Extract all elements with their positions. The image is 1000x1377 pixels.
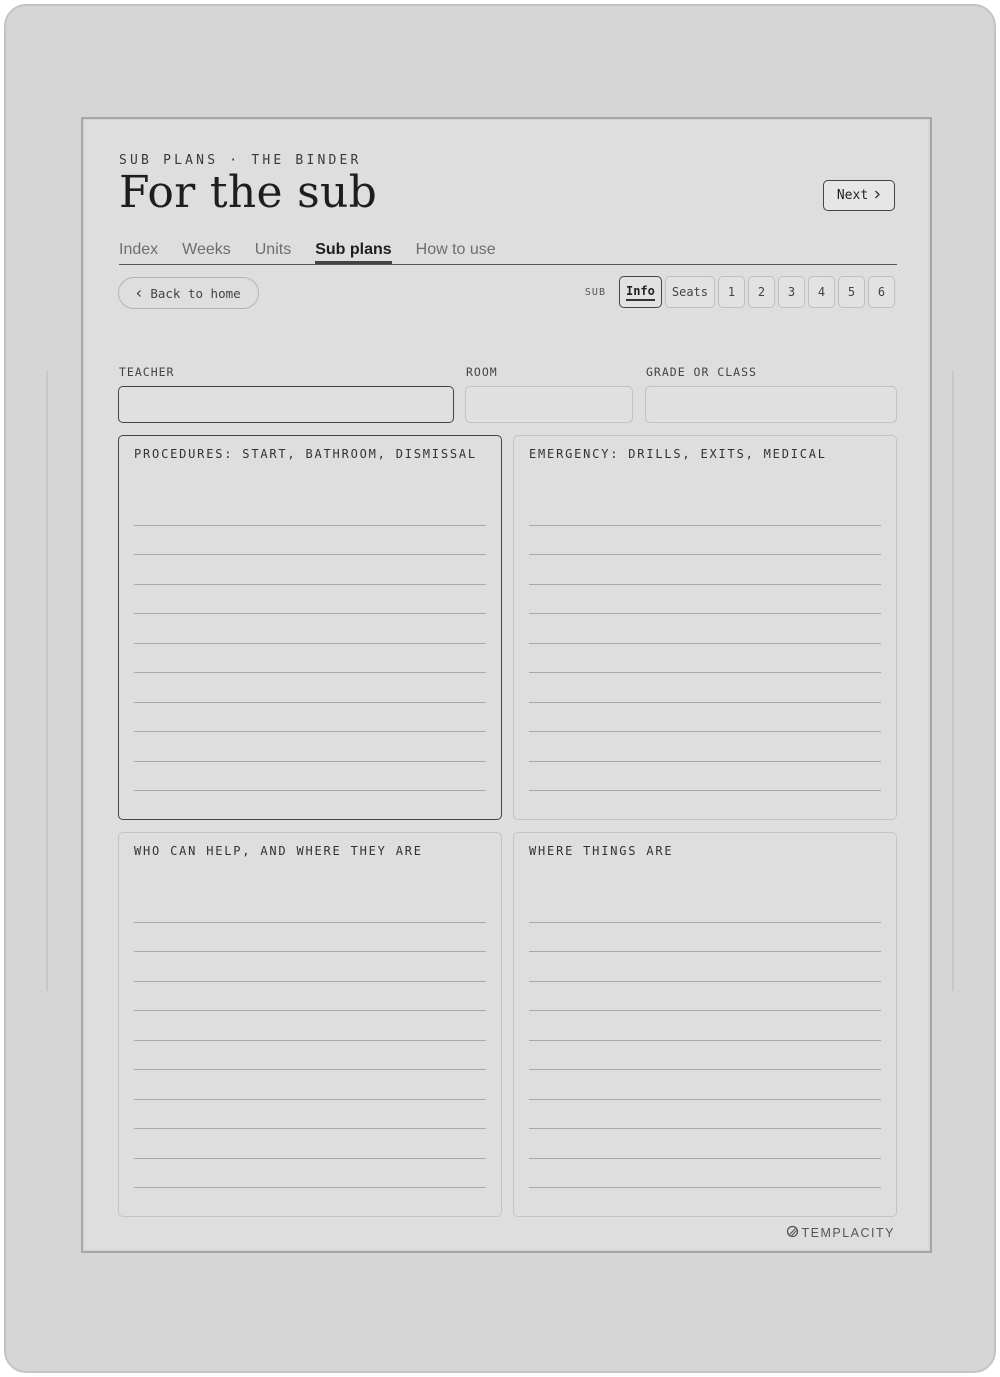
writing-line	[134, 1070, 486, 1100]
pager-item-6[interactable]: 6	[868, 276, 895, 308]
writing-line	[529, 1129, 881, 1159]
sub-pager: SUB Info Seats 1 2 3 4 5 6	[585, 276, 895, 308]
teacher-field[interactable]	[118, 386, 454, 423]
tab-sub-plans[interactable]: Sub plans	[315, 239, 392, 264]
writing-line	[529, 732, 881, 762]
tab-units[interactable]: Units	[255, 239, 291, 264]
writing-line	[529, 791, 881, 819]
room-field[interactable]	[465, 386, 633, 423]
writing-line	[529, 1188, 881, 1216]
writing-line	[529, 952, 881, 982]
helpers-title: WHO CAN HELP, AND WHERE THEY ARE	[134, 844, 423, 858]
writing-line	[134, 1159, 486, 1188]
writing-line	[134, 923, 486, 952]
writing-line	[134, 614, 486, 644]
writing-lines	[134, 893, 486, 1216]
writing-line	[529, 644, 881, 673]
helpers-panel[interactable]: WHO CAN HELP, AND WHERE THEY ARE	[118, 832, 502, 1217]
grade-label: GRADE OR CLASS	[646, 365, 757, 379]
writing-line	[529, 703, 881, 732]
writing-line	[529, 614, 881, 644]
writing-line	[134, 703, 486, 732]
writing-line	[134, 1188, 486, 1216]
procedures-panel[interactable]: PROCEDURES: START, BATHROOM, DISMISSAL	[118, 435, 502, 820]
writing-line	[529, 526, 881, 555]
next-button-label: Next	[836, 188, 869, 203]
brand-name: TEMPLACITY	[801, 1226, 895, 1240]
pager-item-1[interactable]: 1	[718, 276, 745, 308]
writing-line	[134, 1129, 486, 1159]
writing-line	[134, 982, 486, 1011]
pager-item-seats[interactable]: Seats	[664, 276, 715, 308]
writing-line	[529, 1070, 881, 1100]
brand-footer: TEMPLACITY	[786, 1225, 896, 1241]
writing-line	[134, 952, 486, 982]
writing-lines	[529, 496, 881, 819]
writing-line	[134, 1011, 486, 1041]
things-title: WHERE THINGS ARE	[529, 844, 674, 858]
writing-line	[134, 555, 486, 585]
back-button-label: Back to home	[150, 285, 241, 301]
writing-line	[134, 585, 486, 614]
writing-line	[529, 555, 881, 585]
pager-item-3[interactable]: 3	[778, 276, 805, 308]
writing-line	[134, 496, 486, 526]
procedures-title: PROCEDURES: START, BATHROOM, DISMISSAL	[134, 447, 477, 461]
things-panel[interactable]: WHERE THINGS ARE	[513, 832, 897, 1217]
tab-weeks[interactable]: Weeks	[182, 239, 231, 264]
writing-line	[134, 762, 486, 791]
writing-line	[529, 1011, 881, 1041]
emergency-panel[interactable]: EMERGENCY: DRILLS, EXITS, MEDICAL	[513, 435, 897, 820]
writing-line	[134, 732, 486, 762]
pager-item-2[interactable]: 2	[748, 276, 775, 308]
grade-field[interactable]	[645, 386, 897, 423]
writing-line	[134, 791, 486, 819]
chevron-left-icon	[136, 286, 142, 301]
page-screen: SUB PLANS · THE BINDER For the sub Next …	[81, 117, 932, 1253]
tab-index[interactable]: Index	[119, 239, 158, 264]
writing-line	[529, 982, 881, 1011]
writing-lines	[134, 496, 486, 819]
pager-item-4[interactable]: 4	[808, 276, 835, 308]
writing-line	[529, 1159, 881, 1188]
tab-how-to-use[interactable]: How to use	[416, 239, 496, 264]
next-button[interactable]: Next	[823, 180, 895, 211]
writing-line	[529, 923, 881, 952]
bezel-line-right	[952, 371, 954, 991]
writing-line	[529, 1100, 881, 1129]
back-to-home-button[interactable]: Back to home	[118, 277, 259, 309]
writing-line	[134, 1100, 486, 1129]
templacity-logo-icon	[786, 1225, 799, 1241]
writing-line	[529, 1041, 881, 1070]
writing-line	[134, 1041, 486, 1070]
chevron-right-icon	[874, 188, 881, 203]
nav-tabs: Index Weeks Units Sub plans How to use	[119, 239, 897, 265]
writing-line	[529, 673, 881, 703]
writing-line	[529, 585, 881, 614]
room-label: ROOM	[466, 365, 498, 379]
writing-line	[134, 893, 486, 923]
page-title: For the sub	[119, 167, 378, 218]
pager-label: SUB	[584, 286, 606, 298]
page-kicker: SUB PLANS · THE BINDER	[119, 153, 362, 168]
pager-item-5[interactable]: 5	[838, 276, 865, 308]
writing-line	[134, 644, 486, 673]
writing-lines	[529, 893, 881, 1216]
tablet-frame: SUB PLANS · THE BINDER For the sub Next …	[4, 4, 996, 1373]
writing-line	[134, 526, 486, 555]
teacher-label: TEACHER	[119, 365, 175, 379]
pager-item-info[interactable]: Info	[618, 276, 662, 308]
writing-line	[529, 893, 881, 923]
writing-line	[529, 762, 881, 791]
emergency-title: EMERGENCY: DRILLS, EXITS, MEDICAL	[529, 447, 827, 461]
writing-line	[529, 496, 881, 526]
bezel-line-left	[46, 371, 48, 991]
writing-line	[134, 673, 486, 703]
